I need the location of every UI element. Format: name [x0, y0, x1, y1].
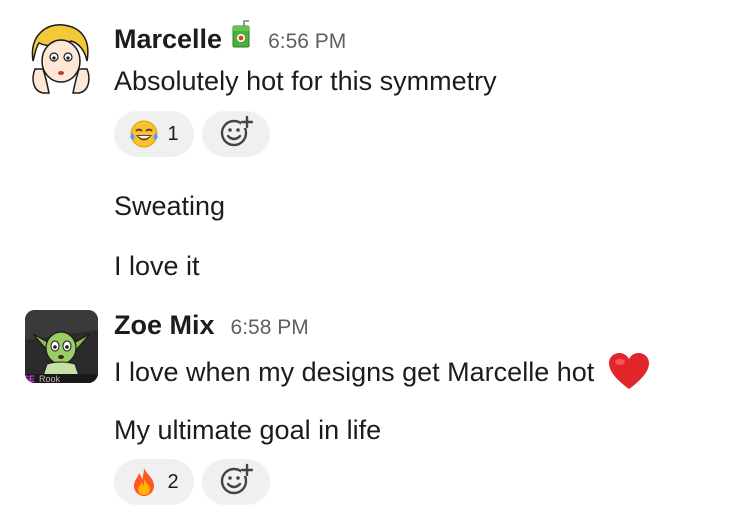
add-emoji-icon [219, 463, 254, 502]
message-header: Zoe Mix 6:58 PM [114, 310, 309, 341]
svg-text:Rook: Rook [39, 374, 61, 383]
add-reaction-button[interactable] [202, 111, 270, 157]
message-text: My ultimate goal in life [114, 415, 382, 445]
message-group-zoe-mix: SE Rook Zoe Mix 6:58 PM I love when my d… [0, 300, 742, 524]
add-reaction-button[interactable] [202, 459, 270, 505]
author-name[interactable]: Zoe Mix [114, 310, 215, 341]
red-heart-icon [608, 353, 650, 391]
avatar-marcelle[interactable] [25, 21, 98, 94]
message-header: Marcelle 6:56 PM [114, 20, 346, 55]
reaction-count: 2 [167, 470, 179, 493]
message-text: I love it [114, 251, 200, 281]
laughing-crying-emoji-icon [129, 119, 159, 149]
message-text: Sweating [114, 191, 226, 221]
svg-text:SE: SE [25, 374, 35, 383]
message-text: I love when my designs get Marcelle hot [114, 353, 650, 391]
timestamp[interactable]: 6:56 PM [268, 30, 346, 54]
timestamp[interactable]: 6:58 PM [231, 316, 309, 340]
reaction-count: 1 [167, 122, 179, 145]
reaction-pill[interactable]: 1 [114, 111, 194, 157]
juice-box-icon[interactable] [230, 20, 252, 48]
message-group-marcelle: Marcelle 6:56 PM Absolutely hot for this… [0, 0, 742, 300]
reaction-pill[interactable]: 2 [114, 459, 194, 505]
message-text: Absolutely hot for this symmetry [114, 66, 497, 96]
message-text-content: I love when my designs get Marcelle hot [114, 357, 595, 387]
author-name[interactable]: Marcelle [114, 24, 222, 55]
avatar-zoe-mix[interactable]: SE Rook [25, 310, 98, 383]
add-emoji-icon [219, 115, 254, 154]
fire-emoji-icon [129, 467, 159, 497]
